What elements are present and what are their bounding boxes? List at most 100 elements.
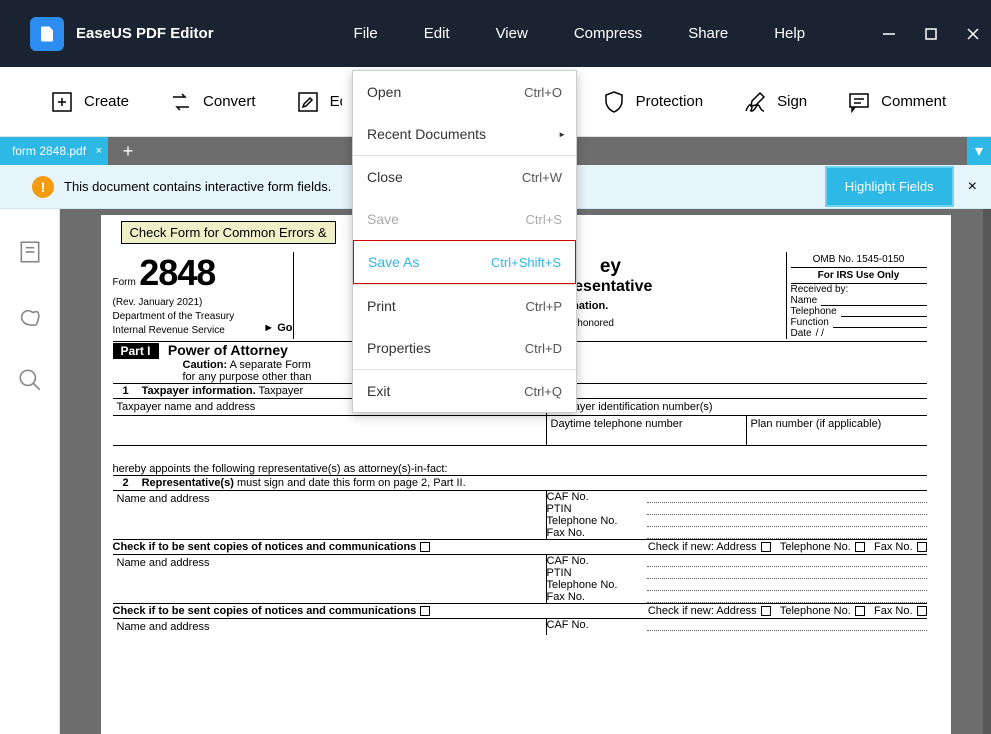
maximize-icon[interactable] [923, 26, 939, 42]
section-1: 1 [113, 385, 139, 397]
copies-checkbox-1[interactable] [420, 542, 430, 552]
ptin-2: PTIN [547, 567, 647, 579]
menu-edit[interactable]: Edit [424, 25, 450, 42]
reps-body: must sign and date this form on page 2, … [237, 477, 466, 489]
menu-close[interactable]: Close Ctrl+W [353, 156, 576, 198]
name-address-1: Name and address [113, 491, 547, 539]
omb-number: OMB No. 1545-0150 [791, 252, 927, 268]
part-label: Part I [113, 343, 159, 359]
minimize-icon[interactable] [881, 26, 897, 42]
addr-lbl-2: Address [716, 605, 756, 617]
menu-recent[interactable]: Recent Documents [353, 113, 576, 155]
caf-3: CAF No. [547, 619, 647, 631]
name-address-2: Name and address [113, 555, 547, 603]
menu-compress[interactable]: Compress [574, 25, 642, 42]
menu-save[interactable]: Save Ctrl+S [353, 198, 576, 240]
caution-label: Caution: [183, 359, 228, 371]
menu-print[interactable]: Print Ctrl+P [353, 285, 576, 327]
form-number: 2848 [139, 252, 215, 293]
title-suffix1: ey [600, 256, 621, 277]
fax-chk-2[interactable] [917, 606, 927, 616]
properties-shortcut: Ctrl+D [525, 341, 562, 356]
tel-lbl-1: Telephone No. [780, 541, 851, 553]
sign-button[interactable]: Sign [743, 90, 807, 114]
menu-properties[interactable]: Properties Ctrl+D [353, 327, 576, 369]
menu-open[interactable]: Open Ctrl+O [353, 71, 576, 113]
copies-1: Check if to be sent copies of notices an… [113, 541, 417, 553]
tab-add-button[interactable]: + [116, 139, 140, 163]
chk-new-2: Check if new: [648, 605, 714, 617]
menu-save-as[interactable]: Save As Ctrl+Shift+S [353, 240, 576, 284]
bookmarks-icon[interactable] [17, 303, 43, 329]
recent-label: Recent Documents [367, 126, 486, 142]
saveas-label: Save As [368, 254, 419, 270]
go-link[interactable]: ► Go [263, 322, 292, 334]
fax-lbl-2: Fax No. [874, 605, 913, 617]
check-form-button[interactable]: Check Form for Common Errors & [121, 221, 336, 244]
edit-button[interactable]: Edit [296, 90, 342, 114]
ptin-1: PTIN [547, 503, 647, 515]
window-controls [881, 26, 981, 42]
menu-exit[interactable]: Exit Ctrl+Q [353, 370, 576, 412]
addr-lbl-1: Address [716, 541, 756, 553]
close-shortcut: Ctrl+W [522, 170, 562, 185]
taxpayer-trail: Taxpayer [259, 385, 304, 397]
menu-help[interactable]: Help [774, 25, 805, 42]
tab-close-icon[interactable]: × [96, 145, 102, 157]
appoints-text: hereby appoints the following representa… [113, 463, 927, 475]
open-shortcut: Ctrl+O [524, 85, 562, 100]
create-label: Create [84, 93, 129, 110]
fax-chk-1[interactable] [917, 542, 927, 552]
properties-label: Properties [367, 340, 431, 356]
protection-button[interactable]: Protection [602, 90, 704, 114]
infobar-close-icon[interactable]: × [954, 178, 991, 196]
fax-1: Fax No. [547, 527, 647, 539]
create-button[interactable]: Create [50, 90, 129, 114]
field-date-label: Date [791, 328, 812, 339]
print-shortcut: Ctrl+P [526, 299, 562, 314]
menu-file[interactable]: File [354, 25, 378, 42]
form-irs: Internal Revenue Service [113, 325, 225, 336]
menu-view[interactable]: View [496, 25, 528, 42]
tel-chk-1[interactable] [855, 542, 865, 552]
poa-heading: Power of Attorney [168, 342, 288, 358]
taxpayer-info-label: Taxpayer information. [142, 385, 256, 397]
addr-chk-1[interactable] [761, 542, 771, 552]
tel-chk-2[interactable] [855, 606, 865, 616]
exit-shortcut: Ctrl+Q [524, 384, 562, 399]
close-icon[interactable] [965, 26, 981, 42]
search-icon[interactable] [17, 367, 43, 393]
addr-chk-2[interactable] [761, 606, 771, 616]
highlight-fields-button[interactable]: Highlight Fields [825, 166, 954, 207]
convert-button[interactable]: Convert [169, 90, 256, 114]
menubar: File Edit View Compress Share Help [354, 25, 806, 42]
save-shortcut: Ctrl+S [526, 212, 562, 227]
fax-lbl-1: Fax No. [874, 541, 913, 553]
field-func-label: Function [791, 317, 829, 328]
edit-label: Edit [330, 93, 342, 110]
received-by: Received by: [791, 284, 927, 295]
copies-checkbox-2[interactable] [420, 606, 430, 616]
title-suffix2: resentative [568, 278, 653, 295]
caution-body: A separate Form [230, 359, 311, 371]
form-rev: (Rev. January 2021) [113, 297, 203, 308]
tab-caret-icon[interactable]: ▾ [967, 137, 991, 165]
convert-label: Convert [203, 93, 256, 110]
save-label: Save [367, 211, 399, 227]
comment-button[interactable]: Comment [847, 90, 946, 114]
menu-share[interactable]: Share [688, 25, 728, 42]
tel-2: Telephone No. [547, 579, 647, 591]
fax-2: Fax No. [547, 591, 647, 603]
document-tab[interactable]: form 2848.pdf × [0, 137, 108, 165]
caf-2: CAF No. [547, 555, 647, 567]
reps-label: Representative(s) [142, 477, 234, 489]
sidebar [0, 209, 60, 734]
field-tel-label: Telephone [791, 306, 837, 317]
thumbnails-icon[interactable] [17, 239, 43, 265]
protection-label: Protection [636, 93, 704, 110]
scrollbar[interactable] [983, 209, 991, 734]
saveas-shortcut: Ctrl+Shift+S [491, 255, 561, 270]
cell-tin: Taxpayer identification number(s) [547, 399, 927, 415]
print-label: Print [367, 298, 396, 314]
app-title: EaseUS PDF Editor [76, 25, 214, 42]
